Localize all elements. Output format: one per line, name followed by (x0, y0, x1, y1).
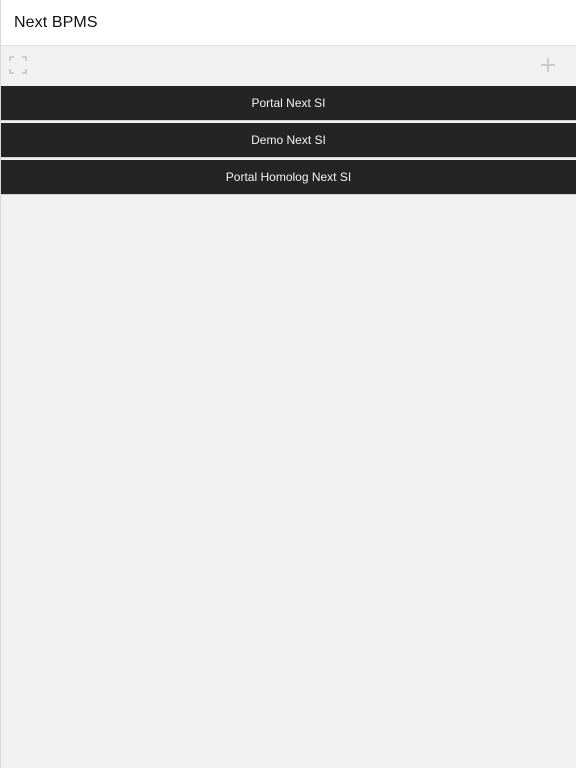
fullscreen-icon (9, 56, 27, 74)
list-item-label: Portal Next SI (251, 96, 326, 110)
list-item-portal-homolog-next-si[interactable]: Portal Homolog Next SI (1, 160, 576, 194)
title-bar: Next BPMS (1, 0, 576, 46)
plus-icon (541, 58, 555, 72)
app-window: Next BPMS Portal Next SI Demo Next SI Po… (0, 0, 576, 768)
list-item-portal-next-si[interactable]: Portal Next SI (1, 86, 576, 120)
fullscreen-button[interactable] (8, 55, 28, 75)
list-item-label: Demo Next SI (251, 133, 326, 147)
list-item-demo-next-si[interactable]: Demo Next SI (1, 123, 576, 157)
toolbar (1, 46, 576, 86)
app-title: Next BPMS (14, 13, 98, 31)
server-list: Portal Next SI Demo Next SI Portal Homol… (1, 86, 576, 194)
list-item-label: Portal Homolog Next SI (225, 170, 352, 184)
add-button[interactable] (538, 55, 558, 75)
